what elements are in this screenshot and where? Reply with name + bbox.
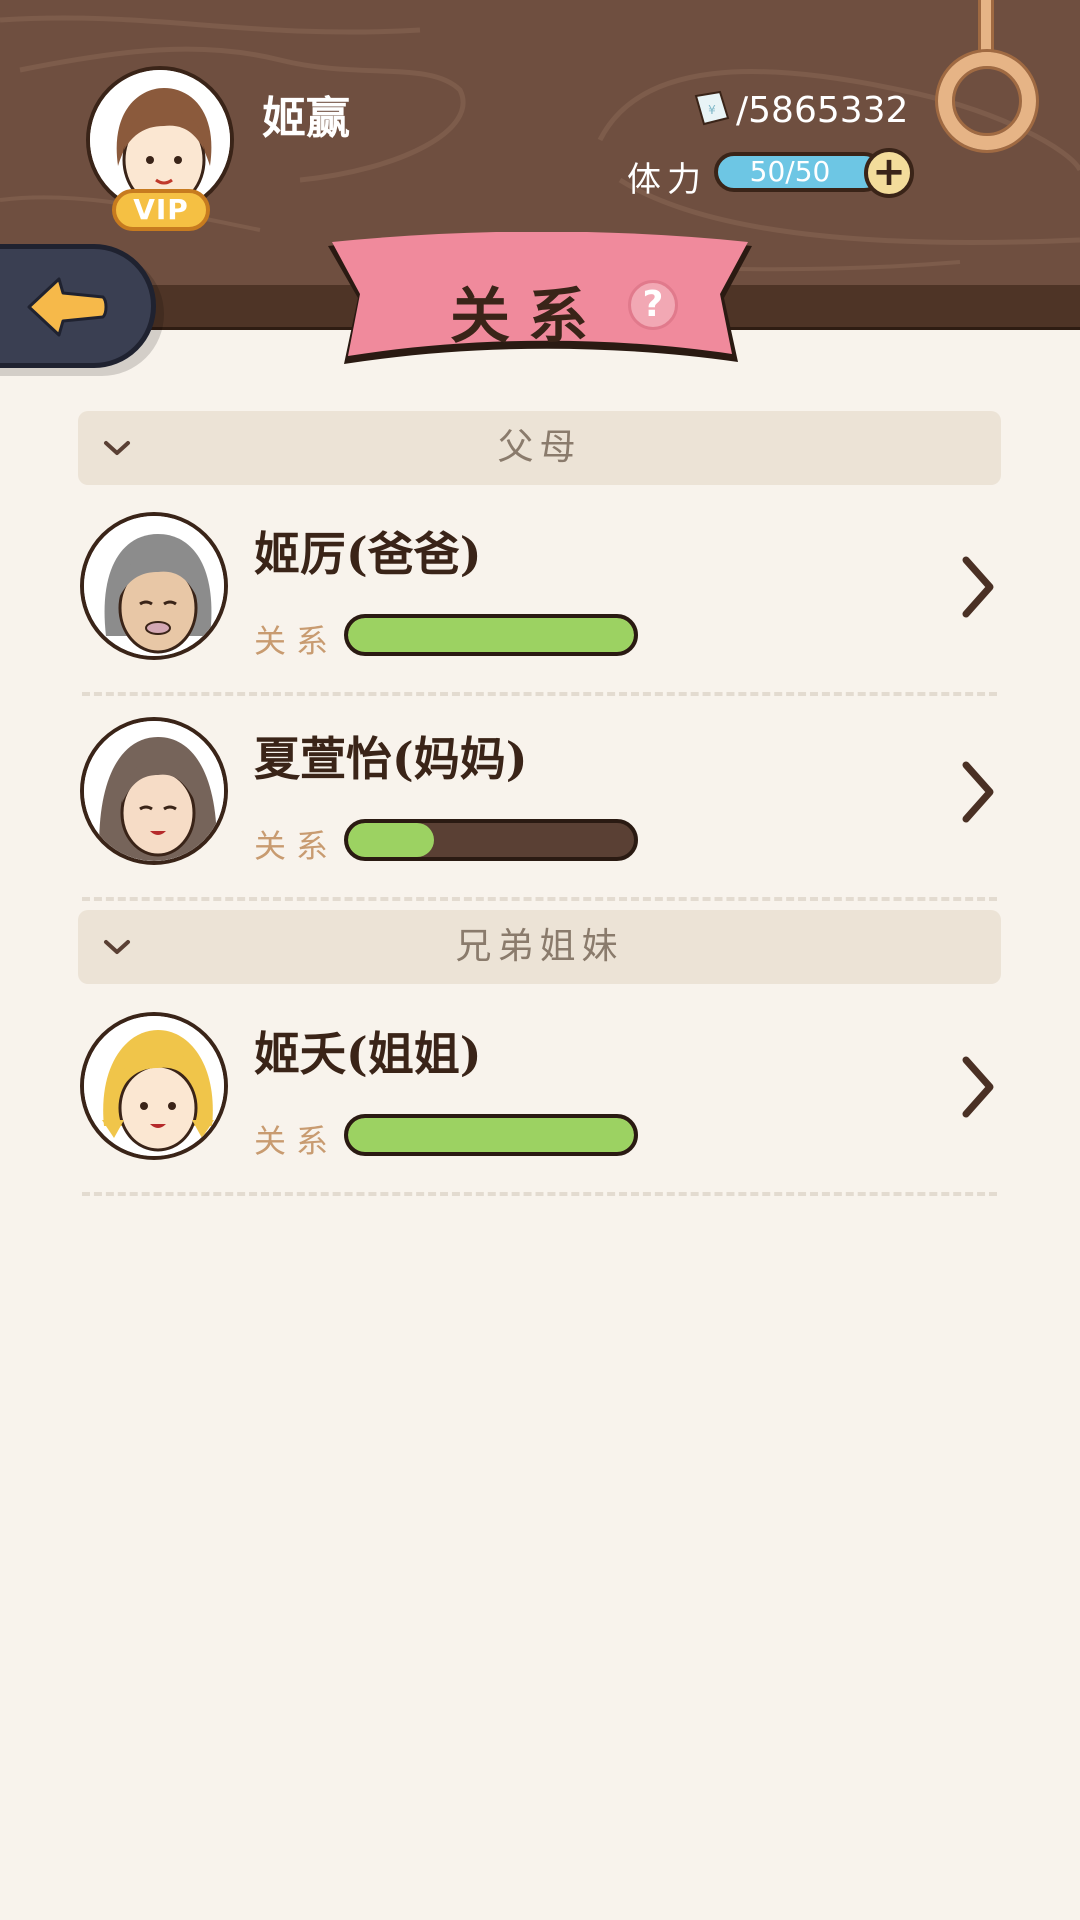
add-stamina-button[interactable]: + (864, 148, 914, 198)
mother-portrait-icon (84, 721, 224, 861)
father-avatar (80, 512, 228, 660)
member-name: 夏萱怡(妈妈) (254, 732, 528, 786)
list-item[interactable]: 夏萱怡(妈妈) 关系 (78, 717, 1001, 917)
relation-bar (344, 614, 638, 656)
ring-rod (978, 0, 994, 60)
player-name: 姬赢 (262, 93, 350, 144)
row-divider (82, 897, 997, 901)
relation-bar (344, 819, 638, 861)
list-item[interactable]: 姬厉(爸爸) 关系 (78, 512, 1001, 712)
money-value: /5865332 (736, 90, 909, 131)
stamina-label: 体力 (627, 160, 707, 200)
blonde-portrait-icon (84, 1016, 224, 1156)
arrow-left-icon (27, 277, 108, 337)
row-divider (82, 1192, 997, 1196)
vip-badge: VIP (112, 189, 210, 231)
section-title: 父母 (497, 427, 582, 468)
svg-text:¥: ¥ (708, 103, 716, 117)
chevron-right-icon[interactable] (958, 1052, 998, 1122)
list-item[interactable]: 姬夭(姐姐) 关系 (78, 1012, 1001, 1212)
relation-label: 关系 (254, 827, 339, 865)
relation-label: 关系 (254, 622, 339, 660)
relation-bar-fill (348, 823, 434, 857)
relation-bar (344, 1114, 638, 1156)
stamina-bar: 50/50 (714, 152, 884, 192)
row-divider (82, 692, 997, 696)
ring-icon[interactable] (938, 52, 1036, 150)
member-name: 姬夭(姐姐) (254, 1027, 482, 1081)
help-button[interactable]: ? (628, 280, 678, 330)
title-banner: 关系 ? (322, 232, 758, 372)
chevron-right-icon[interactable] (958, 552, 998, 622)
relation-label: 关系 (254, 1122, 339, 1160)
banknote-icon: ¥ (694, 90, 730, 126)
member-name: 姬厉(爸爸) (254, 527, 482, 581)
elder-portrait-icon (84, 516, 224, 656)
relation-bar-fill (348, 1118, 634, 1152)
section-header-parents[interactable]: 父母 (78, 411, 1001, 485)
sister-avatar (80, 1012, 228, 1160)
section-header-siblings[interactable]: 兄弟姐妹 (78, 910, 1001, 984)
top-bar: VIP 姬赢 ¥ /5865332 体力 50/50 + 关系 ? (0, 0, 1080, 368)
mother-avatar (80, 717, 228, 865)
chevron-right-icon[interactable] (958, 757, 998, 827)
back-button[interactable] (0, 244, 156, 368)
section-title: 兄弟姐妹 (455, 926, 624, 967)
relation-bar-fill (348, 618, 634, 652)
